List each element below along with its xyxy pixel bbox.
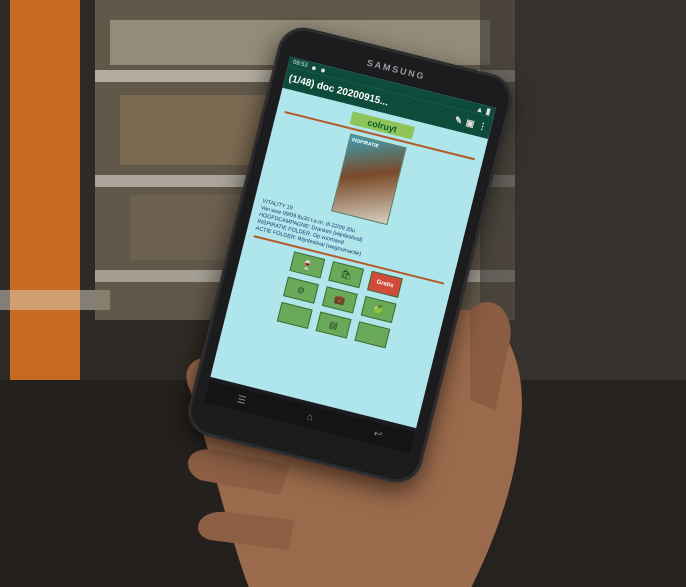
tile-wallet-icon[interactable]: ▤ — [315, 311, 352, 339]
home-icon[interactable]: ⌂ — [306, 411, 315, 423]
notification-dot-icon: ● — [310, 62, 318, 74]
tile-wine-icon[interactable]: 🍷 — [289, 251, 326, 279]
tile-briefcase-icon[interactable]: 💼 — [321, 286, 358, 314]
more-vert-icon[interactable]: ⋮ — [477, 120, 488, 133]
recents-icon[interactable]: ☰ — [236, 394, 247, 407]
notification-dot-icon: ● — [319, 64, 327, 76]
tile-gratis[interactable]: Gratis — [366, 270, 403, 298]
pin-icon[interactable]: ✎ — [454, 114, 464, 126]
battery-icon: ▮ — [484, 105, 493, 117]
photo-scene: SAMSUNG 09:53 ● ● ▴ ▮ (1/48) doc 2020091… — [0, 0, 686, 587]
signal-icon: ▴ — [476, 103, 484, 115]
tile-apple-icon[interactable]: 🍏 — [360, 295, 397, 324]
back-icon[interactable]: ↩ — [372, 428, 383, 441]
tile-no-glass-icon[interactable]: ⊘ — [283, 276, 319, 304]
folder-cover-image[interactable]: INSPIRATIE — [331, 133, 407, 226]
tile-shopping-icon[interactable]: 🛍 — [328, 261, 365, 289]
doc-icon[interactable]: ▣ — [465, 117, 476, 130]
tile-empty[interactable] — [276, 301, 313, 330]
folder-label: INSPIRATIE — [351, 137, 380, 150]
tile-empty[interactable] — [354, 321, 391, 349]
